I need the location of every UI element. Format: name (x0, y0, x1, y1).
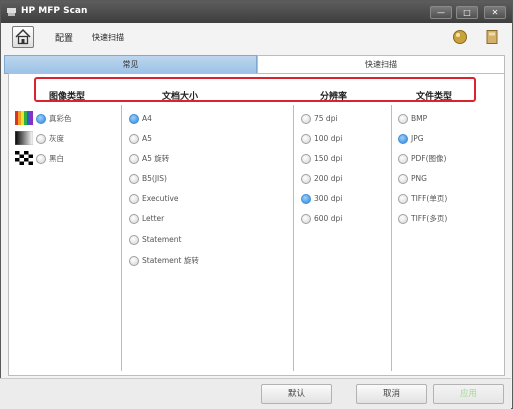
radio[interactable] (301, 174, 311, 184)
radio[interactable] (129, 134, 139, 144)
option-pdf-image[interactable]: PDF(图像) (398, 153, 446, 165)
header-document-size: 文档大小 (162, 92, 199, 102)
option-a5[interactable]: A5 (129, 133, 152, 145)
option-600dpi[interactable]: 600 dpi (301, 213, 342, 225)
close-button[interactable]: ✕ (484, 6, 506, 19)
option-executive[interactable]: Executive (129, 193, 179, 205)
option-letter[interactable]: Letter (129, 213, 164, 225)
window-title: HP MFP Scan (21, 6, 88, 16)
apply-button[interactable]: 应用 (433, 384, 504, 404)
radio[interactable] (129, 174, 139, 184)
radio[interactable] (398, 214, 408, 224)
toolbar: 配置 快速扫描 (1, 23, 512, 51)
option-black-white[interactable]: 黑白 (36, 153, 64, 165)
home-icon (15, 28, 31, 45)
color-spectrum-icon (15, 111, 33, 125)
radio[interactable] (301, 154, 311, 164)
button-bar: 默认 取消 应用 (0, 378, 511, 409)
option-a4[interactable]: A4 (129, 113, 152, 125)
radio-selected[interactable] (301, 194, 311, 204)
radio[interactable] (36, 134, 46, 144)
app-icon (7, 8, 16, 16)
breadcrumb-quick-scan: 快速扫描 (92, 33, 124, 42)
default-button[interactable]: 默认 (261, 384, 332, 404)
breadcrumb-config[interactable]: 配置 (55, 31, 73, 44)
radio[interactable] (129, 235, 139, 245)
option-100dpi[interactable]: 100 dpi (301, 133, 342, 145)
column-divider (121, 105, 122, 371)
radio[interactable] (398, 114, 408, 124)
radio[interactable] (129, 214, 139, 224)
option-grayscale[interactable]: 灰度 (36, 133, 64, 145)
radio[interactable] (301, 114, 311, 124)
maximize-button[interactable]: □ (456, 6, 478, 19)
minimize-button[interactable]: — (430, 6, 452, 19)
column-divider (391, 105, 392, 371)
option-a5-rotated[interactable]: A5 旋转 (129, 153, 169, 165)
option-300dpi[interactable]: 300 dpi (301, 193, 342, 205)
highlight-box (34, 77, 476, 102)
option-tiff-multi[interactable]: TIFF(多页) (398, 213, 447, 225)
option-150dpi[interactable]: 150 dpi (301, 153, 342, 165)
header-resolution: 分辨率 (320, 92, 348, 102)
radio[interactable] (398, 154, 408, 164)
radio[interactable] (36, 154, 46, 164)
radio[interactable] (129, 154, 139, 164)
option-png[interactable]: PNG (398, 173, 427, 185)
radio-selected[interactable] (398, 134, 408, 144)
option-statement[interactable]: Statement (129, 234, 181, 246)
help-icon[interactable] (452, 29, 468, 45)
option-true-color[interactable]: 真彩色 (36, 113, 72, 125)
radio[interactable] (301, 134, 311, 144)
header-file-type: 文件类型 (416, 92, 453, 102)
option-jpg[interactable]: JPG (398, 133, 424, 145)
home-button[interactable] (12, 26, 34, 48)
column-divider (293, 105, 294, 371)
tab-common[interactable]: 常见 (4, 55, 257, 74)
option-statement-rotated[interactable]: Statement 旋转 (129, 255, 199, 267)
option-200dpi[interactable]: 200 dpi (301, 173, 342, 185)
radio-selected[interactable] (129, 114, 139, 124)
radio[interactable] (398, 174, 408, 184)
radio[interactable] (398, 194, 408, 204)
option-bmp[interactable]: BMP (398, 113, 427, 125)
title-bar[interactable]: HP MFP Scan — □ ✕ (1, 1, 512, 23)
radio-selected[interactable] (36, 114, 46, 124)
black-white-icon (15, 151, 33, 165)
option-b5-jis[interactable]: B5(JIS) (129, 173, 167, 185)
grayscale-icon (15, 131, 33, 145)
tab-quick-scan[interactable]: 快速扫描 (257, 55, 505, 74)
radio[interactable] (301, 214, 311, 224)
book-icon[interactable] (484, 29, 500, 45)
radio[interactable] (129, 194, 139, 204)
option-tiff-single[interactable]: TIFF(单页) (398, 193, 447, 205)
cancel-button[interactable]: 取消 (356, 384, 427, 404)
header-image-type: 图像类型 (49, 92, 86, 102)
option-75dpi[interactable]: 75 dpi (301, 113, 338, 125)
radio[interactable] (129, 256, 139, 266)
